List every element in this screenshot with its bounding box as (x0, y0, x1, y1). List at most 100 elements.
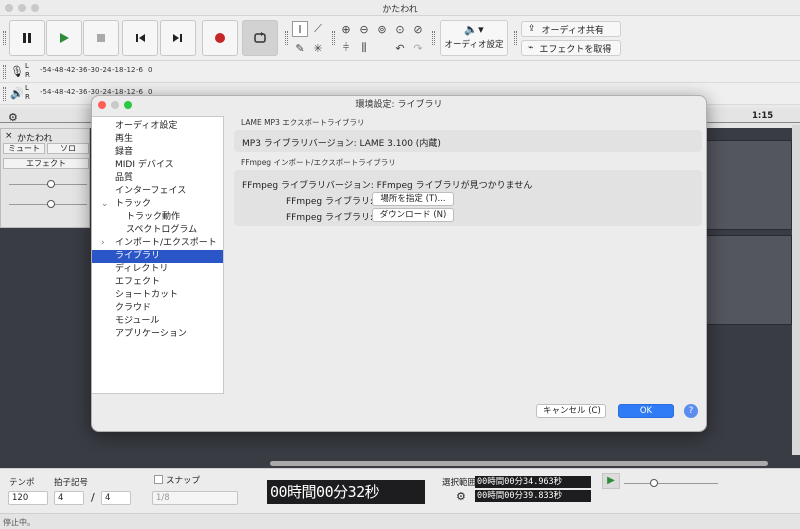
effects-button[interactable]: エフェクト (3, 158, 89, 169)
preferences-category-item[interactable]: エフェクト (92, 276, 223, 289)
help-button[interactable]: ? (684, 404, 698, 418)
preferences-category-item[interactable]: トラック動作 (92, 211, 223, 224)
toolbar-grip[interactable] (332, 31, 335, 45)
preferences-category-item[interactable]: MIDI デバイス (92, 159, 223, 172)
record-meter-toolbar: 🎙 L R -54 -48 -42 -36 -30 -24 -18 -12 -6 0 (0, 61, 800, 83)
meter-tick-label: 0 (148, 66, 153, 74)
status-text: 停止中。 (3, 518, 35, 527)
preferences-category-item[interactable]: 再生 (92, 133, 223, 146)
audio-clip[interactable] (700, 140, 792, 230)
preferences-category-item[interactable]: モジュール (92, 315, 223, 328)
preferences-category-label: トラック動作 (126, 212, 181, 222)
preferences-category-item[interactable]: 品質 (92, 172, 223, 185)
preferences-category-item[interactable]: ショートカット (92, 289, 223, 302)
horizontal-scroll-thumb[interactable] (270, 461, 768, 466)
pause-button[interactable] (9, 20, 45, 56)
meter-tick-label: -12 (124, 66, 136, 74)
cancel-button[interactable]: キャンセル (C) (536, 404, 606, 418)
zoom-out-icon: ⊖ (359, 22, 369, 36)
speaker-icon[interactable]: 🔊 (10, 87, 24, 100)
microphone-icon[interactable]: 🎙 (10, 65, 24, 78)
undo-button[interactable]: ↶ (392, 40, 408, 56)
audio-setup-label: オーディオ設定 (444, 40, 504, 50)
horizontal-scroll-track[interactable] (0, 458, 800, 468)
envelope-tool-button[interactable]: ⟋ (310, 21, 326, 37)
preferences-category-label: インポート/エクスポート (115, 238, 217, 248)
selection-end-time[interactable]: 00時間00分39.833秒 (475, 490, 591, 502)
preferences-category-item[interactable]: › インポート/エクスポート (92, 237, 223, 250)
meter-tick-label: -18 (112, 66, 124, 74)
toolbar-grip[interactable] (3, 65, 6, 79)
toolbar-grip[interactable] (3, 31, 6, 45)
play-button[interactable] (46, 20, 82, 56)
loop-icon (254, 32, 266, 43)
time-signature-numerator[interactable]: 4 (54, 491, 84, 505)
solo-button[interactable]: ソロ (47, 143, 89, 154)
toolbar-grip[interactable] (3, 87, 6, 101)
toolbar-grip[interactable] (514, 31, 517, 45)
get-effects-button[interactable]: ⌁ エフェクトを取得 (521, 40, 621, 56)
fit-selection-button[interactable]: ⊚ (374, 21, 390, 37)
audio-clip[interactable] (700, 235, 792, 325)
draw-tool-button[interactable]: ✎ (292, 40, 308, 56)
pan-slider-thumb[interactable] (47, 200, 55, 208)
play-at-speed-button[interactable]: ▶ (602, 473, 620, 489)
ok-button[interactable]: OK (618, 404, 674, 418)
fit-project-button[interactable]: ⊙ (392, 21, 408, 37)
playback-speed-slider[interactable] (624, 483, 718, 484)
gain-slider-thumb[interactable] (47, 180, 55, 188)
preferences-category-item[interactable]: ⌄ トラック (92, 198, 223, 211)
locate-ffmpeg-button[interactable]: 場所を指定 (T)... (372, 192, 454, 206)
gear-icon[interactable]: ⚙ (456, 490, 466, 503)
envelope-icon: ⟋ (314, 22, 322, 35)
preferences-category-item[interactable]: インターフェイス (92, 185, 223, 198)
meter-tick-label: -36 (76, 66, 88, 74)
preferences-category-item[interactable]: アプリケーション (92, 328, 223, 341)
chevron-down-icon[interactable]: ⌄ (101, 198, 109, 211)
channel-l-label: L (25, 62, 29, 70)
record-button[interactable] (202, 20, 238, 56)
zoom-toggle-icon: ⊘ (413, 22, 423, 36)
audio-setup-button[interactable]: 🔈▾ オーディオ設定 (440, 20, 508, 56)
silence-button[interactable]: ⫼ (356, 40, 372, 56)
preferences-category-item[interactable]: クラウド (92, 302, 223, 315)
preferences-category-item[interactable]: ディレクトリ (92, 263, 223, 276)
redo-icon: ↷ (413, 41, 423, 55)
preferences-category-item[interactable]: 録音 (92, 146, 223, 159)
redo-button[interactable]: ↷ (410, 40, 426, 56)
toolbar-grip[interactable] (432, 31, 435, 45)
snap-checkbox[interactable] (154, 475, 163, 484)
share-audio-button[interactable]: ⇪ オーディオ共有 (521, 21, 621, 37)
multi-tool-button[interactable]: ✳ (310, 40, 326, 56)
zoom-out-button[interactable]: ⊖ (356, 21, 372, 37)
preferences-category-item[interactable]: ライブラリ (92, 250, 223, 263)
preferences-category-list[interactable]: オーディオ設定 再生 録音 MIDI デバイス 品質 インターフェイス ⌄ トラック トラック動… (92, 116, 224, 394)
skip-to-end-button[interactable] (160, 20, 196, 56)
preferences-category-item[interactable]: スペクトログラム (92, 224, 223, 237)
preferences-category-item[interactable]: オーディオ設定 (92, 120, 223, 133)
chevron-right-icon[interactable]: › (101, 237, 105, 250)
selection-start-time[interactable]: 00時間00分34.963秒 (475, 476, 591, 488)
channel-l-label: L (25, 84, 29, 92)
skip-to-start-button[interactable] (122, 20, 158, 56)
snap-select[interactable]: 1/8 (152, 491, 238, 505)
zoom-toggle-button[interactable]: ⊘ (410, 21, 426, 37)
toolbar-grip[interactable] (285, 31, 288, 45)
time-display[interactable]: 00時間00分32秒 (267, 480, 425, 504)
playback-speed-thumb[interactable] (650, 479, 658, 487)
mute-button[interactable]: ミュート (3, 143, 45, 154)
download-ffmpeg-button[interactable]: ダウンロード (N) (372, 208, 454, 222)
zoom-in-button[interactable]: ⊕ (338, 21, 354, 37)
time-signature-denominator[interactable]: 4 (101, 491, 131, 505)
meter-tick-label: -54 (40, 66, 52, 74)
tempo-input[interactable]: 120 (8, 491, 48, 505)
share-audio-label: オーディオ共有 (541, 25, 604, 36)
close-track-icon[interactable]: × (5, 131, 13, 141)
selection-tool-button[interactable]: I (292, 21, 308, 37)
stop-button[interactable] (83, 20, 119, 56)
loop-button[interactable] (242, 20, 278, 56)
trim-button[interactable]: ⫩ (338, 40, 354, 56)
vertical-scrollbar[interactable] (792, 125, 800, 455)
meter-tick-label: -36 (76, 88, 88, 96)
meter-tick-label: -42 (64, 88, 76, 96)
